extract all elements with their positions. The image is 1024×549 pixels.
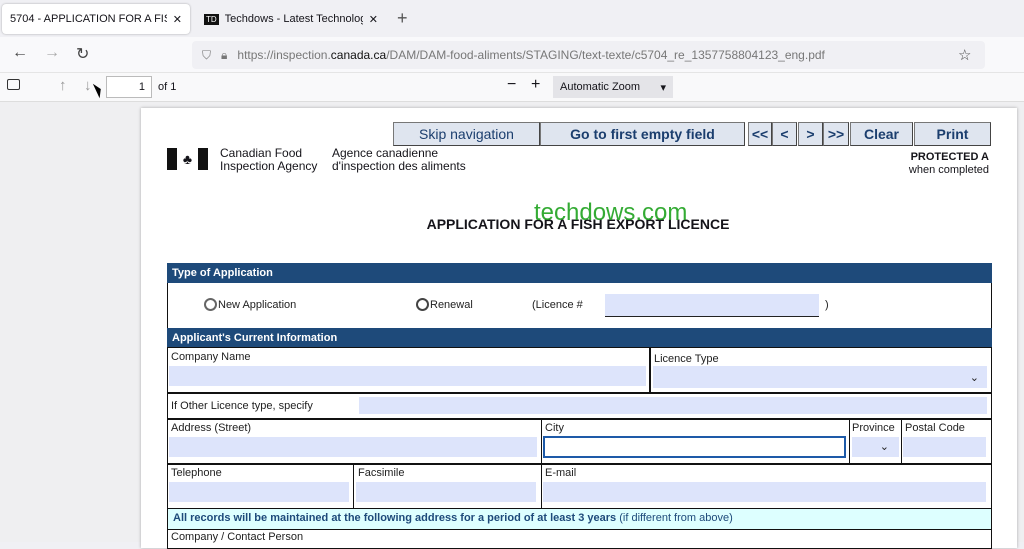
province-select[interactable]: ⌄: [852, 437, 899, 457]
bookmark-star-icon[interactable]: ☆: [958, 46, 971, 64]
fax-input[interactable]: [356, 482, 536, 502]
chevron-down-icon: ⌄: [969, 372, 979, 384]
chevron-down-icon: ⌄: [879, 441, 889, 453]
close-icon[interactable]: ✕: [369, 13, 378, 26]
watermark: techdows.com: [534, 199, 688, 226]
chevron-down-icon: ▾: [660, 82, 666, 94]
favicon-icon: TD: [204, 13, 219, 25]
agency-name-en: Canadian Food Inspection Agency: [220, 146, 318, 173]
first-page-button[interactable]: <<: [748, 122, 772, 146]
licence-type-select[interactable]: ⌄: [653, 366, 987, 388]
section-type-of-application: Type of Application: [167, 263, 992, 283]
city-input[interactable]: [543, 436, 846, 458]
sidebar-toggle-icon[interactable]: [7, 79, 20, 90]
records-notice: All records will be maintained at the fo…: [167, 509, 992, 529]
close-icon[interactable]: ✕: [173, 13, 182, 26]
shield-icon: ⛉: [202, 47, 212, 62]
licence-number-input[interactable]: [605, 294, 819, 317]
email-input[interactable]: [543, 482, 986, 502]
last-page-button[interactable]: >>: [823, 122, 849, 146]
renewal-radio[interactable]: [416, 298, 429, 311]
tab-active[interactable]: 5704 - APPLICATION FOR A FISH EXPORT LIC…: [2, 4, 190, 34]
page-count: of 1: [158, 81, 177, 93]
prev-button[interactable]: <: [772, 122, 797, 146]
new-tab-icon[interactable]: +: [397, 8, 408, 29]
reload-icon[interactable]: ↻: [76, 44, 89, 64]
new-application-radio[interactable]: [204, 298, 217, 311]
zoom-select[interactable]: Automatic Zoom ▾: [553, 76, 673, 98]
canada-flag-logo: ♣: [167, 148, 208, 170]
tab-title: Techdows - Latest Technology News: [224, 13, 363, 25]
next-page-icon[interactable]: ↓: [84, 77, 92, 94]
zoom-in-icon[interactable]: +: [531, 76, 540, 94]
zoom-out-icon[interactable]: −: [507, 76, 516, 94]
prev-page-icon[interactable]: ↑: [59, 77, 67, 94]
url-bar[interactable]: ⛉ 🔒︎ https://inspection.canada.ca/DAM/DA…: [192, 41, 985, 69]
skip-navigation-button[interactable]: Skip navigation: [393, 122, 540, 146]
other-licence-input[interactable]: [359, 397, 987, 414]
tab-title: 5704 - APPLICATION FOR A FISH EXPORT LIC…: [10, 13, 167, 25]
protected-label: PROTECTED Awhen completed: [908, 151, 989, 176]
tab-techdows[interactable]: TD Techdows - Latest Technology News ✕: [196, 4, 386, 34]
page-number-input[interactable]: 1: [106, 76, 152, 98]
first-empty-field-button[interactable]: Go to first empty field: [540, 122, 745, 146]
telephone-input[interactable]: [169, 482, 349, 502]
print-button[interactable]: Print: [914, 122, 991, 146]
section-applicant-info: Applicant's Current Information: [167, 328, 992, 347]
company-name-input[interactable]: [169, 366, 646, 386]
forward-icon[interactable]: →: [44, 44, 60, 62]
back-icon[interactable]: ←: [12, 44, 28, 62]
form-title: APPLICATION FOR A FISH EXPORT LICENCE: [426, 216, 730, 232]
agency-name-fr: Agence canadienne d'inspection des alimen…: [332, 146, 466, 173]
address-input[interactable]: [169, 437, 537, 457]
lock-icon: 🔒︎: [221, 47, 228, 62]
clear-button[interactable]: Clear: [850, 122, 913, 146]
next-button[interactable]: >: [798, 122, 823, 146]
postal-code-input[interactable]: [903, 437, 986, 457]
